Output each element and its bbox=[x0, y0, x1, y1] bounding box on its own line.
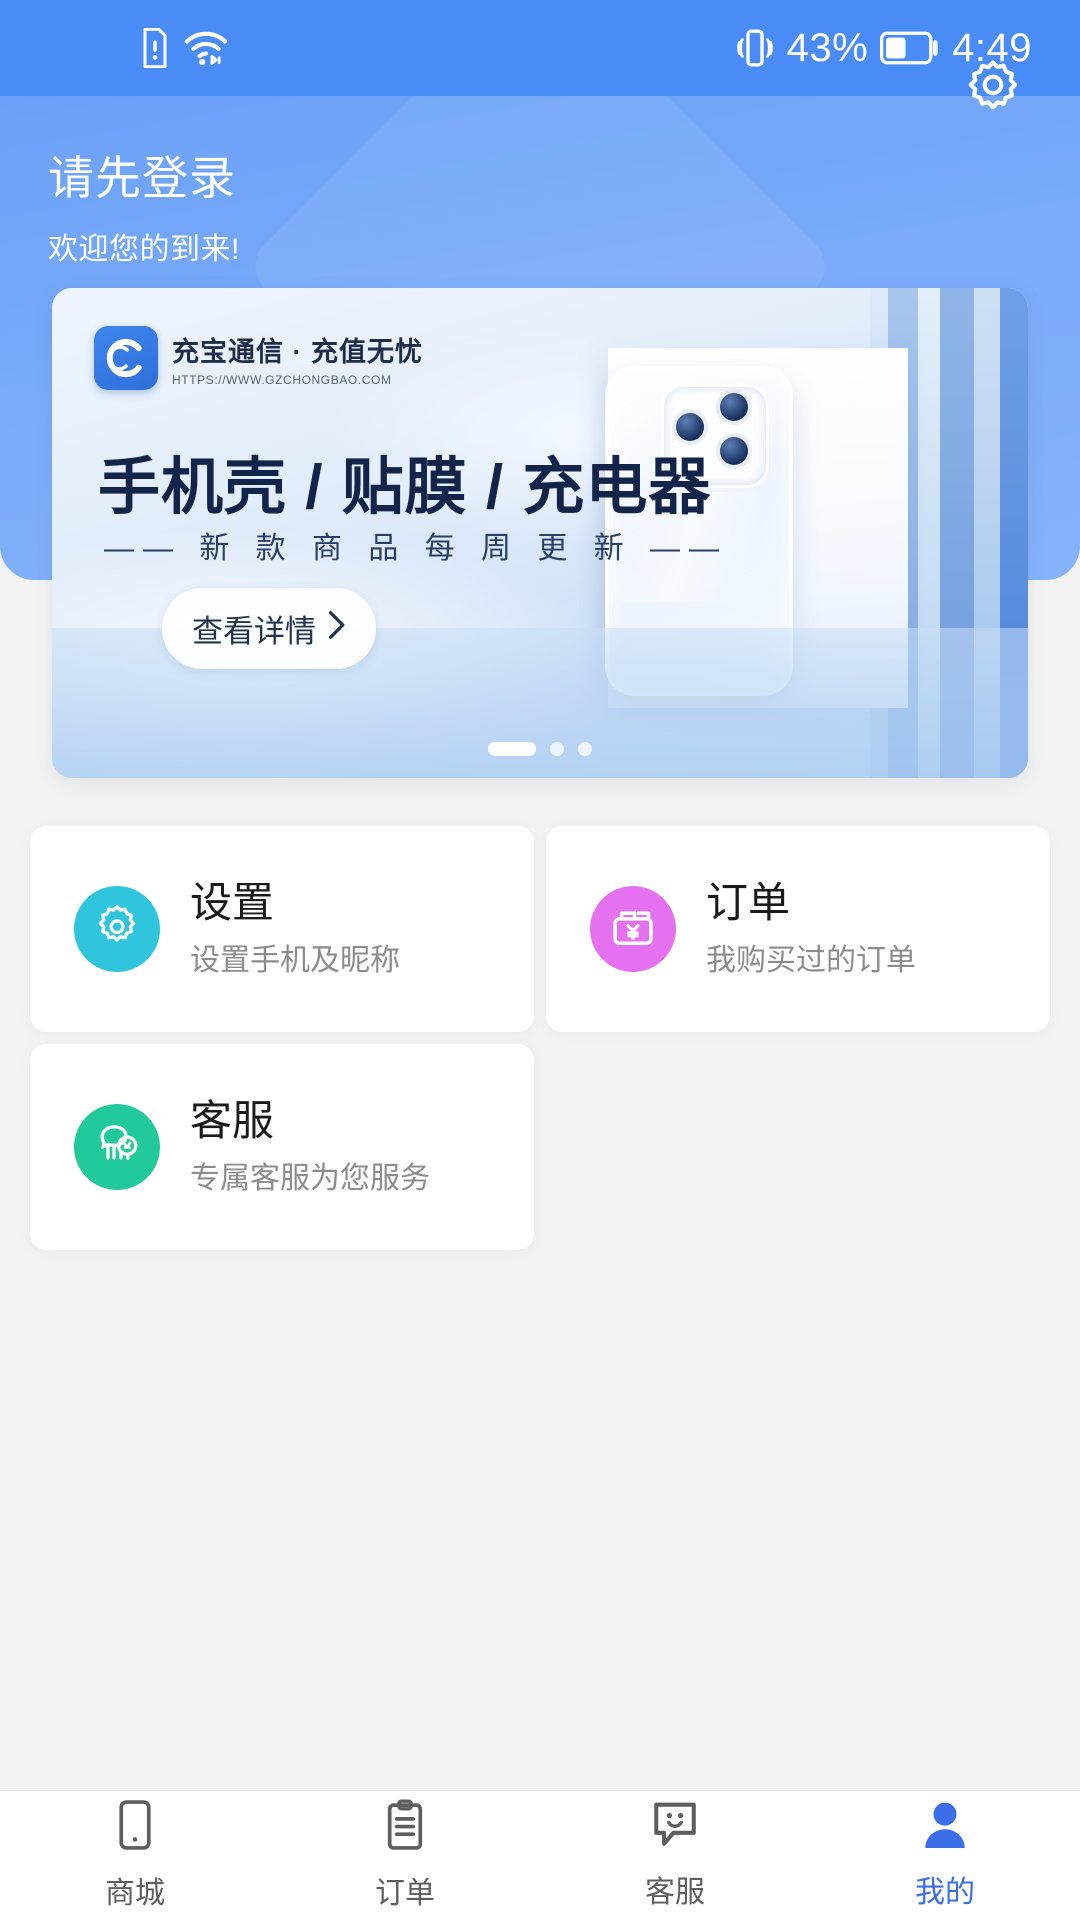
status-bar: 43% 4:49 bbox=[0, 0, 1080, 96]
support-card-icon-bg bbox=[74, 1104, 160, 1190]
tab-orders[interactable]: 订单 bbox=[270, 1791, 540, 1920]
wifi-icon bbox=[184, 29, 228, 67]
tab-support[interactable]: 客服 bbox=[540, 1791, 810, 1920]
header-text-block: 请先登录 欢迎您的到来! bbox=[48, 142, 240, 268]
chat-smile-icon bbox=[651, 1800, 699, 1855]
phone-icon bbox=[114, 1799, 156, 1856]
support-card-text: 客服 专属客服为您服务 bbox=[190, 1097, 430, 1197]
gear-icon bbox=[91, 901, 143, 958]
tab-orders-label: 订单 bbox=[375, 1877, 435, 1910]
sim-alert-icon bbox=[140, 28, 170, 68]
support-card-title: 客服 bbox=[190, 1096, 275, 1144]
brand-url: HTTPS://WWW.GZCHONGBAO.COM bbox=[172, 372, 392, 387]
carousel-dot-2[interactable] bbox=[550, 742, 564, 756]
person-icon bbox=[922, 1800, 968, 1855]
settings-card-icon-bg bbox=[74, 886, 160, 972]
view-details-label: 查看详情 bbox=[192, 614, 316, 649]
carousel-dot-3[interactable] bbox=[578, 742, 592, 756]
brand-name: 充宝通信 · 充值无忧 bbox=[172, 336, 423, 367]
carousel-dot-1[interactable] bbox=[488, 742, 536, 756]
view-details-button[interactable]: 查看详情 bbox=[162, 588, 376, 669]
settings-card-title: 设置 bbox=[190, 878, 275, 926]
clipboard-icon bbox=[383, 1799, 427, 1856]
status-bar-left bbox=[140, 28, 228, 68]
banner-subheadline: —— 新 款 商 品 每 周 更 新 —— bbox=[104, 532, 729, 565]
wallet-yen-icon bbox=[607, 901, 659, 958]
orders-card-title: 订单 bbox=[706, 878, 791, 926]
carousel-indicator[interactable] bbox=[52, 742, 1028, 756]
tab-mine-label: 我的 bbox=[915, 1876, 975, 1909]
orders-card[interactable]: 订单 我购买过的订单 bbox=[546, 826, 1050, 1032]
login-prompt-title[interactable]: 请先登录 bbox=[48, 142, 240, 208]
banner-headline: 手机壳 / 贴膜 / 充电器 bbox=[98, 453, 712, 522]
orders-card-subtitle: 我购买过的订单 bbox=[706, 944, 916, 978]
brand-logo-text: 充宝通信 · 充值无忧 HTTPS://WWW.GZCHONGBAO.COM bbox=[172, 330, 423, 387]
settings-button[interactable] bbox=[960, 56, 1026, 122]
banner-brand-logo: 充宝通信 · 充值无忧 HTTPS://WWW.GZCHONGBAO.COM bbox=[94, 326, 423, 390]
brand-logo-mark bbox=[94, 326, 158, 390]
orders-card-icon-bg bbox=[590, 886, 676, 972]
mascot-icon bbox=[89, 1117, 145, 1178]
support-card-subtitle: 专属客服为您服务 bbox=[190, 1162, 430, 1196]
battery-percent-label: 43% bbox=[786, 26, 869, 70]
settings-card[interactable]: 设置 设置手机及昵称 bbox=[30, 826, 534, 1032]
menu-card-grid: 设置 设置手机及昵称 订单 我购买过的订单 客服 专属客服为您服务 bbox=[30, 826, 1050, 1250]
app-root: 43% 4:49 请先登录 欢迎您的到来! 充宝通信 · 充值无忧 HTTPS:… bbox=[0, 0, 1080, 1920]
support-card[interactable]: 客服 专属客服为您服务 bbox=[30, 1044, 534, 1250]
promo-banner-carousel[interactable]: 充宝通信 · 充值无忧 HTTPS://WWW.GZCHONGBAO.COM 手… bbox=[52, 288, 1028, 778]
settings-card-subtitle: 设置手机及昵称 bbox=[190, 944, 400, 978]
gear-icon bbox=[960, 60, 1026, 126]
bottom-tab-bar: 商城 订单 客服 我的 bbox=[0, 1790, 1080, 1920]
settings-card-text: 设置 设置手机及昵称 bbox=[190, 879, 400, 979]
welcome-subtitle: 欢迎您的到来! bbox=[48, 233, 240, 266]
tab-mine[interactable]: 我的 bbox=[810, 1791, 1080, 1920]
vibrate-icon bbox=[735, 27, 775, 69]
tab-shop-label: 商城 bbox=[105, 1877, 165, 1910]
chevron-right-icon bbox=[326, 610, 346, 648]
orders-card-text: 订单 我购买过的订单 bbox=[706, 879, 916, 979]
battery-icon bbox=[880, 31, 940, 65]
tab-shop[interactable]: 商城 bbox=[0, 1791, 270, 1920]
tab-support-label: 客服 bbox=[645, 1876, 705, 1909]
